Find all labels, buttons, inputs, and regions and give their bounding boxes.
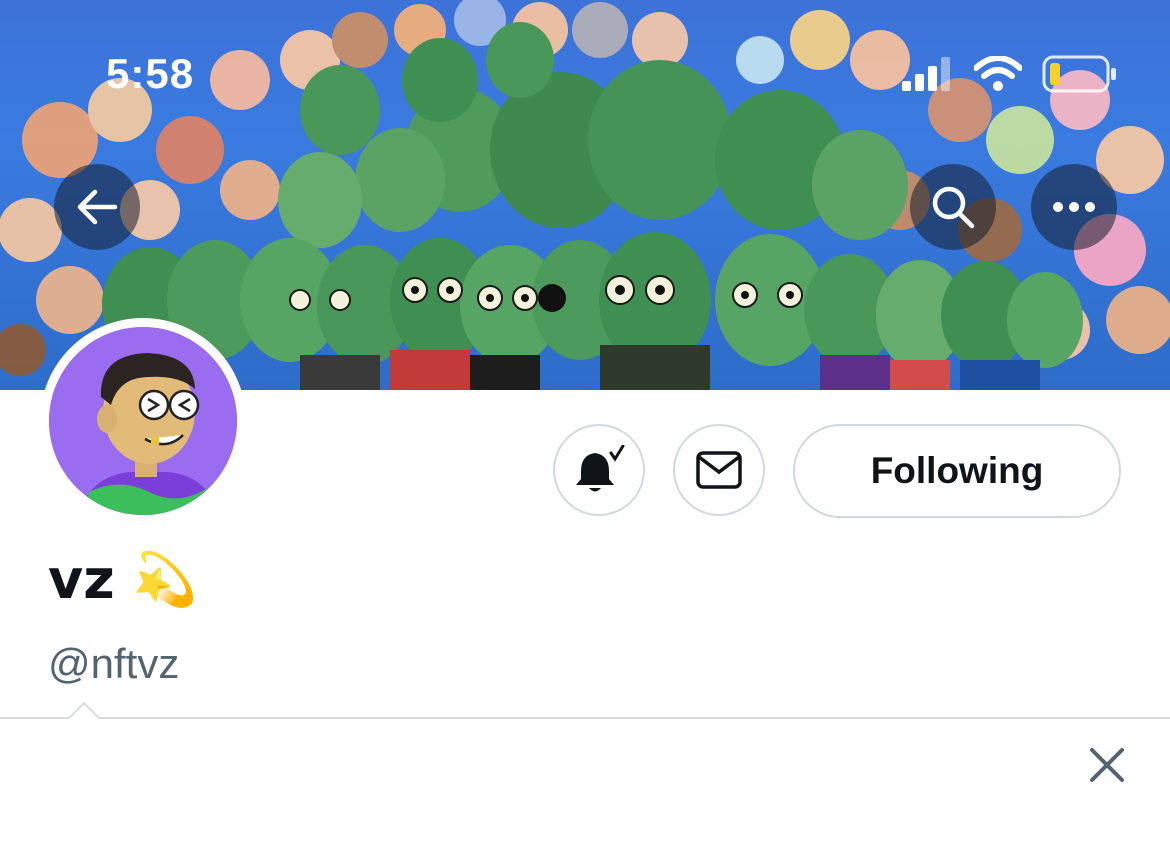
envelope-icon (696, 451, 742, 489)
profile-handle: @nftvz (48, 640, 180, 687)
popover-divider (0, 717, 1170, 719)
message-button[interactable] (673, 424, 765, 516)
back-arrow-icon (77, 189, 118, 225)
following-button[interactable]: Following (793, 424, 1121, 518)
cellular-signal-icon (902, 57, 950, 91)
close-button[interactable] (1084, 742, 1130, 788)
more-button[interactable] (1031, 164, 1117, 250)
profile-name: vz 💫 (48, 548, 197, 611)
search-button[interactable] (910, 164, 996, 250)
wifi-icon (974, 56, 1022, 91)
back-button[interactable] (54, 164, 140, 250)
bell-subscribed-icon (576, 445, 625, 492)
notifications-button[interactable] (553, 424, 645, 516)
close-icon (1090, 748, 1124, 782)
status-icons (902, 52, 1118, 96)
battery-icon (1042, 55, 1116, 93)
more-icon (1053, 202, 1095, 212)
display-name: vz (48, 548, 115, 611)
dizzy-emoji: 💫 (132, 551, 198, 609)
status-time: 5:58 (106, 50, 195, 97)
avatar[interactable] (40, 318, 246, 524)
avatar-image (49, 327, 237, 515)
search-icon (932, 186, 975, 229)
popover-caret (68, 702, 100, 719)
